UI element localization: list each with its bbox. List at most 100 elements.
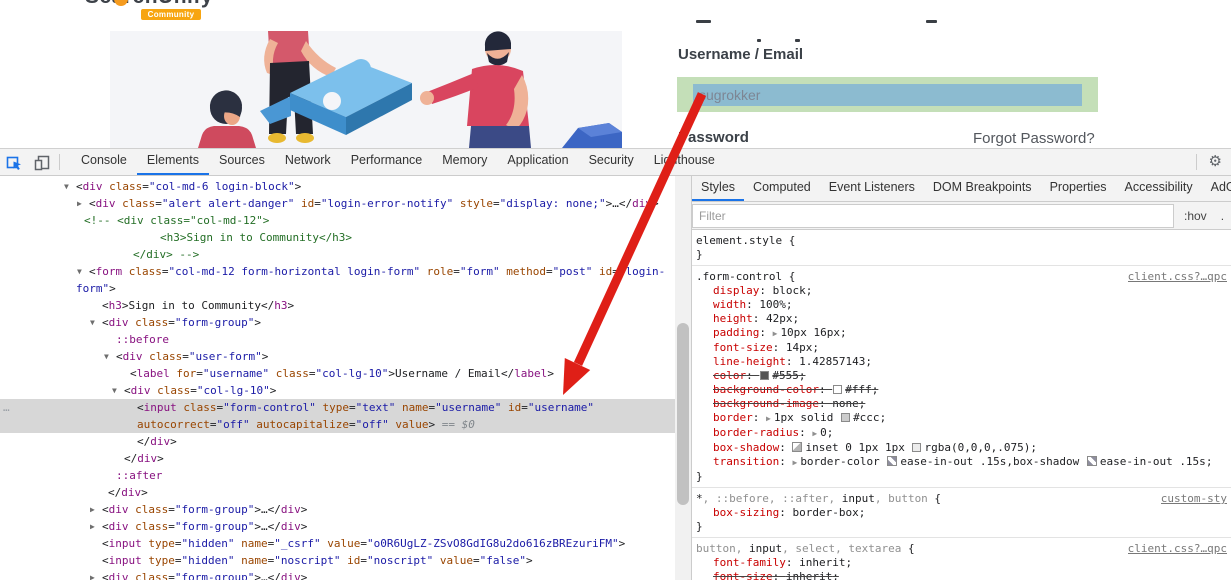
dom-node[interactable]: ▼<div class="user-form"> bbox=[0, 348, 675, 365]
expand-shorthand-icon[interactable]: ▶ bbox=[792, 458, 797, 467]
dom-node[interactable]: <label for="username" class="col-lg-10">… bbox=[0, 365, 675, 382]
css-property[interactable]: font-size: 14px; bbox=[696, 341, 1227, 355]
css-property[interactable]: color: #555; bbox=[696, 369, 1227, 383]
expand-closed-icon[interactable]: ▶ bbox=[77, 195, 82, 212]
inspect-cursor-icon[interactable] bbox=[0, 149, 28, 175]
color-swatch[interactable] bbox=[912, 443, 921, 452]
css-property[interactable]: font-size: inherit; bbox=[696, 570, 1227, 580]
cls-toggle[interactable]: . bbox=[1221, 209, 1224, 223]
color-swatch[interactable] bbox=[760, 371, 769, 380]
tab-performance[interactable]: Performance bbox=[341, 149, 433, 175]
username-input[interactable]: sugrokker bbox=[677, 77, 1098, 112]
dom-node[interactable]: ▶<div class="form-group">…</div> bbox=[0, 501, 675, 518]
clipped-heading-fragment bbox=[926, 20, 937, 23]
web-page: SearchUnify Community bbox=[0, 0, 1231, 148]
username-value: sugrokker bbox=[699, 87, 760, 103]
tab-console[interactable]: Console bbox=[71, 149, 137, 175]
elements-scrollbar[interactable] bbox=[675, 176, 691, 580]
styles-filter-input[interactable] bbox=[692, 204, 1174, 228]
css-rule: element.style {} bbox=[692, 230, 1231, 266]
elements-panel: ▼<div class="col-md-6 login-block">▶<div… bbox=[0, 176, 692, 580]
css-property[interactable]: height: 42px; bbox=[696, 312, 1227, 326]
sidebar-tab-styles[interactable]: Styles bbox=[692, 176, 744, 201]
dom-node[interactable]: ▼<div class="col-lg-10"> bbox=[0, 382, 675, 399]
stylesheet-link[interactable]: client.css?…qpc bbox=[1128, 270, 1227, 284]
expand-closed-icon[interactable]: ▶ bbox=[90, 501, 95, 518]
dom-node[interactable]: <!-- <div class="col-md-12"> bbox=[0, 212, 675, 229]
forgot-password-link[interactable]: Forgot Password? bbox=[973, 130, 1095, 147]
site-logo[interactable]: SearchUnify bbox=[85, 0, 215, 8]
expand-closed-icon[interactable]: ▶ bbox=[90, 569, 95, 580]
scrollbar-thumb[interactable] bbox=[677, 323, 689, 505]
css-selector: *, ::before, ::after, input, button { bbox=[696, 492, 941, 506]
css-property[interactable]: border-radius: ▶0; bbox=[696, 426, 1227, 441]
sidebar-tab-adguar[interactable]: AdGuar bbox=[1202, 176, 1231, 201]
css-property[interactable]: box-sizing: border-box; bbox=[696, 506, 1227, 520]
hov-toggle[interactable]: :hov bbox=[1184, 209, 1207, 223]
sidebar-tab-dom-breakpoints[interactable]: DOM Breakpoints bbox=[924, 176, 1041, 201]
device-toolbar-icon[interactable] bbox=[28, 149, 56, 175]
css-rule: button, input, select, textarea { client.… bbox=[692, 538, 1231, 580]
tab-sources[interactable]: Sources bbox=[209, 149, 275, 175]
tab-security[interactable]: Security bbox=[579, 149, 644, 175]
dom-node[interactable]: ▼<div class="form-group"> bbox=[0, 314, 675, 331]
dom-node[interactable]: </div> --> bbox=[0, 246, 675, 263]
site-logo-text: SearchUnify bbox=[85, 0, 213, 8]
gear-icon[interactable]: ⚙ bbox=[1200, 149, 1231, 175]
css-property[interactable]: box-shadow: inset 0 1px 1px rgba(0,0,0,.… bbox=[696, 441, 1227, 455]
password-label: Password bbox=[678, 129, 749, 146]
css-property[interactable]: width: 100%; bbox=[696, 298, 1227, 312]
css-selector: button, input, select, textarea { bbox=[696, 542, 915, 556]
dom-node[interactable]: </div> bbox=[0, 433, 675, 450]
css-property[interactable]: padding: ▶10px 16px; bbox=[696, 326, 1227, 341]
expand-open-icon[interactable]: ▼ bbox=[90, 314, 95, 331]
expand-closed-icon[interactable]: ▶ bbox=[90, 518, 95, 535]
dom-node[interactable]: </div> bbox=[0, 484, 675, 501]
css-property[interactable]: transition: ▶border-color ease-in-out .1… bbox=[696, 455, 1227, 470]
tab-memory[interactable]: Memory bbox=[432, 149, 497, 175]
dom-node[interactable]: </div> bbox=[0, 450, 675, 467]
tab-lighthouse[interactable]: Lighthouse bbox=[644, 149, 725, 175]
css-rule: *, ::before, ::after, input, button { cus… bbox=[692, 488, 1231, 538]
dom-node[interactable]: ::after bbox=[0, 467, 675, 484]
expand-shorthand-icon[interactable]: ▶ bbox=[773, 329, 778, 338]
css-property[interactable]: background-color: #fff; bbox=[696, 383, 1227, 397]
login-illustration bbox=[110, 31, 622, 148]
shadow-editor-icon[interactable] bbox=[792, 442, 802, 452]
dom-node[interactable]: <h3>Sign in to Community</h3> bbox=[0, 229, 675, 246]
expand-open-icon[interactable]: ▼ bbox=[77, 263, 82, 280]
css-property[interactable]: line-height: 1.42857143; bbox=[696, 355, 1227, 369]
color-swatch[interactable] bbox=[833, 385, 842, 394]
bezier-editor-icon[interactable] bbox=[1087, 456, 1097, 466]
dom-node[interactable]: <input type="hidden" name="_csrf" value=… bbox=[0, 535, 675, 552]
expand-shorthand-icon[interactable]: ▶ bbox=[812, 429, 817, 438]
sidebar-tab-properties[interactable]: Properties bbox=[1041, 176, 1116, 201]
css-property[interactable]: border: ▶1px solid #ccc; bbox=[696, 411, 1227, 426]
dom-node[interactable]: ::before bbox=[0, 331, 675, 348]
sidebar-tab-computed[interactable]: Computed bbox=[744, 176, 820, 201]
expand-open-icon[interactable]: ▼ bbox=[64, 178, 69, 195]
tab-application[interactable]: Application bbox=[497, 149, 578, 175]
color-swatch[interactable] bbox=[841, 413, 850, 422]
expand-shorthand-icon[interactable]: ▶ bbox=[766, 414, 771, 423]
css-property[interactable]: font-family: inherit; bbox=[696, 556, 1227, 570]
css-property[interactable]: display: block; bbox=[696, 284, 1227, 298]
expand-open-icon[interactable]: ▼ bbox=[104, 348, 109, 365]
sidebar-tab-event-listeners[interactable]: Event Listeners bbox=[820, 176, 924, 201]
dom-node[interactable]: ▼<form class="col-md-12 form-horizontal … bbox=[0, 263, 675, 297]
stylesheet-link[interactable]: client.css?…qpc bbox=[1128, 542, 1227, 556]
expand-open-icon[interactable]: ▼ bbox=[112, 382, 117, 399]
css-property[interactable]: background-image: none; bbox=[696, 397, 1227, 411]
tab-network[interactable]: Network bbox=[275, 149, 341, 175]
sidebar-tab-accessibility[interactable]: Accessibility bbox=[1116, 176, 1202, 201]
dom-node[interactable]: ▶<div class="alert alert-danger" id="log… bbox=[0, 195, 675, 212]
dom-node[interactable]: <input type="hidden" name="noscript" id=… bbox=[0, 552, 675, 569]
dom-node[interactable]: <h3>Sign in to Community</h3> bbox=[0, 297, 675, 314]
dom-node[interactable]: ▶<div class="form-group">…</div> bbox=[0, 518, 675, 535]
dom-node[interactable]: ▼<div class="col-md-6 login-block"> bbox=[0, 178, 675, 195]
dom-node-selected[interactable]: …<input class="form-control" type="text"… bbox=[0, 399, 675, 433]
tab-elements[interactable]: Elements bbox=[137, 149, 209, 175]
stylesheet-link[interactable]: custom-sty bbox=[1161, 492, 1227, 506]
dom-node[interactable]: ▶<div class="form-group">…</div> bbox=[0, 569, 675, 580]
bezier-editor-icon[interactable] bbox=[887, 456, 897, 466]
